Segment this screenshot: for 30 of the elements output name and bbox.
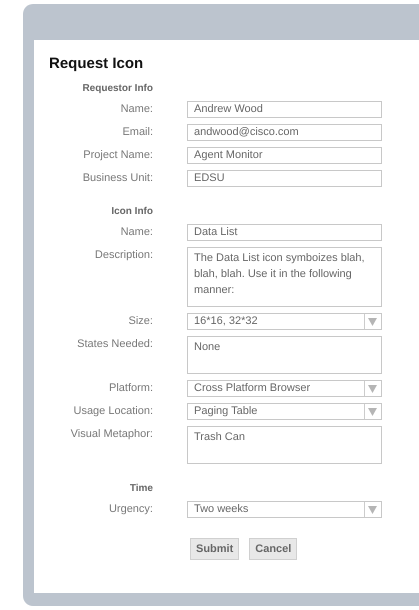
field-label: Description:	[94, 248, 153, 263]
form-button[interactable]: Submit	[190, 538, 240, 560]
section-heading: Requestor Info	[81, 82, 153, 96]
section-heading: Icon Info	[110, 205, 153, 219]
text-field[interactable]: Data List	[187, 224, 382, 241]
field-label: Email:	[121, 125, 153, 140]
field-label: Project Name:	[82, 148, 153, 163]
dropdown[interactable]: Two weeks	[187, 501, 382, 518]
text-area[interactable]: The Data List icon symboizes blah, blah, blah. Use it in the following manner:	[187, 247, 382, 307]
text-field[interactable]: Agent Monitor	[187, 147, 382, 164]
field-label: Size:	[128, 314, 153, 329]
text-field[interactable]: EDSU	[187, 170, 382, 187]
field-label: Urgency:	[108, 502, 153, 517]
field-label: Name:	[120, 102, 153, 117]
field-label: Usage Location:	[72, 404, 153, 419]
dropdown[interactable]: Cross Platform Browser	[187, 380, 382, 397]
field-label: Platform:	[108, 381, 153, 396]
form-button[interactable]: Cancel	[249, 538, 298, 560]
section-heading: Time	[128, 482, 153, 496]
field-label: Visual Metaphor:	[70, 427, 153, 442]
text-area[interactable]: Trash Can	[187, 426, 382, 464]
field-label: Name:	[120, 225, 153, 240]
text-area[interactable]: None	[187, 336, 382, 374]
field-label: Business Unit:	[82, 171, 153, 186]
field-label: States Needed:	[76, 337, 153, 352]
dropdown[interactable]: Paging Table	[187, 403, 382, 420]
text-field[interactable]: Andrew Wood	[187, 101, 382, 118]
form-title: Request Icon	[49, 54, 144, 74]
text-field[interactable]: andwood@cisco.com	[187, 124, 382, 141]
dropdown[interactable]: 16*16, 32*32	[187, 313, 382, 330]
